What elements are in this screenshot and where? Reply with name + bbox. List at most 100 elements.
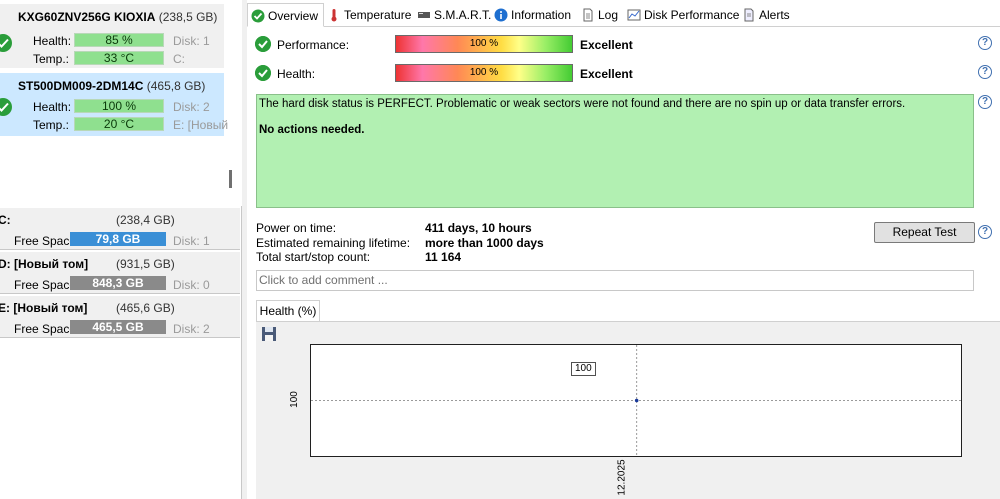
disk-capacity: (465,8 GB) <box>146 79 206 93</box>
save-icon[interactable] <box>261 326 277 342</box>
disk-volume: E: [Новый <box>173 118 229 132</box>
health-chart-panel: 100 12.2025 100 <box>256 321 1000 499</box>
disk-number: Disk: 1 <box>173 34 210 48</box>
info-icon <box>494 8 508 22</box>
tab-alerts[interactable]: Alerts <box>739 3 790 27</box>
data-label: 100 <box>571 362 596 376</box>
help-icon[interactable]: ? <box>978 36 992 50</box>
volume-letter: C: <box>0 213 11 227</box>
tab-overview[interactable]: Overview <box>247 3 325 27</box>
volume-name: C: <box>0 213 11 227</box>
volume-disk: Disk: 2 <box>173 322 210 336</box>
tab-health-chart[interactable]: Health (%) <box>256 300 320 322</box>
temp-bar: 20 °C <box>74 117 164 131</box>
tab-label: Information <box>511 8 572 22</box>
disk-item-seagate[interactable]: ST500DM009-2DM14C (465,8 GB) Health: 100… <box>0 73 228 136</box>
health-gauge: 100 % <box>395 64 573 82</box>
data-point <box>634 398 639 403</box>
x-tick-label: 12.2025 <box>616 459 628 496</box>
disk-title: ST500DM009-2DM14C (465,8 GB) <box>18 79 205 93</box>
volume-capacity: (238,4 GB) <box>116 213 175 227</box>
power-on-time-value: 411 days, 10 hours <box>425 221 532 235</box>
ok-check-icon <box>0 34 12 52</box>
power-on-time-label: Power on time: <box>256 221 337 235</box>
alerts-document-icon <box>744 8 754 22</box>
tab-smart[interactable]: S.M.A.R.T. <box>414 3 491 27</box>
health-status: Excellent <box>580 67 633 81</box>
tab-temperature[interactable]: Temperature <box>324 3 411 27</box>
disk-model: ST500DM009-2DM14C <box>18 79 144 93</box>
status-message-text: The hard disk status is PERFECT. Problem… <box>259 98 906 110</box>
volume-item-e[interactable]: E: [Новый том] (465,6 GB) Free Space 465… <box>0 296 240 338</box>
health-chart-plot <box>310 344 962 457</box>
disk-list-scrollbar[interactable] <box>229 170 232 188</box>
performance-gauge: 100 % <box>395 35 573 53</box>
volume-capacity: (931,5 GB) <box>116 257 175 271</box>
volume-capacity: (465,6 GB) <box>116 301 175 315</box>
chart-icon <box>627 9 641 21</box>
ok-check-icon <box>255 65 271 81</box>
ok-check-icon <box>0 98 12 116</box>
repeat-test-button[interactable]: Repeat Test <box>874 222 975 243</box>
thermometer-icon <box>331 9 337 22</box>
health-chart-svg <box>311 345 961 456</box>
check-circle-icon <box>251 9 265 23</box>
disk-item-kioxia[interactable]: KXG60ZNV256G KIOXIA (238,5 GB) Health: 8… <box>0 4 224 68</box>
tab-label: Temperature <box>344 8 412 22</box>
disk-model: KXG60ZNV256G KIOXIA <box>18 10 156 24</box>
free-space-bar: 79,8 GB <box>70 232 166 246</box>
free-space-label: Free Space <box>14 234 77 248</box>
volume-name: E: [Новый том] <box>0 301 87 315</box>
y-tick-label: 100 <box>288 391 300 408</box>
drive-icon <box>418 12 430 18</box>
volume-letter: E: [Новый том] <box>0 301 88 315</box>
help-icon[interactable]: ? <box>978 225 992 239</box>
status-message: The hard disk status is PERFECT. Problem… <box>256 94 974 208</box>
free-space-label: Free Space <box>14 278 77 292</box>
health-label: Health: <box>33 34 72 48</box>
disk-number: Disk: 2 <box>173 100 210 114</box>
performance-status: Excellent <box>580 38 633 52</box>
left-panel: KXG60ZNV256G KIOXIA (238,5 GB) Health: 8… <box>0 0 242 499</box>
disk-volume: C: <box>173 52 185 66</box>
free-space-bar: 465,5 GB <box>70 320 166 334</box>
health-label: Health: <box>33 100 72 114</box>
tab-label: Overview <box>268 9 319 23</box>
health-bar: 100 % <box>74 99 164 113</box>
status-recommendation: No actions needed. <box>259 124 365 136</box>
volume-disk: Disk: 0 <box>173 278 210 292</box>
temp-bar: 33 °C <box>74 51 164 65</box>
tab-label: Alerts <box>759 8 790 22</box>
document-icon <box>583 8 593 22</box>
disk-title: KXG60ZNV256G KIOXIA (238,5 GB) <box>18 10 217 24</box>
comment-input[interactable]: Click to add comment ... <box>256 270 974 291</box>
volume-disk: Disk: 1 <box>173 234 210 248</box>
tab-information[interactable]: Information <box>491 3 571 27</box>
right-panel: Overview Temperature S.M.A.R.T. Informat… <box>247 0 1000 499</box>
remaining-lifetime-value: more than 1000 days <box>425 236 544 250</box>
volume-item-c[interactable]: C: (238,4 GB) Free Space 79,8 GB Disk: 1 <box>0 208 240 250</box>
volume-name: D: [Новый том] <box>0 257 88 271</box>
disk-capacity: (238,5 GB) <box>158 10 218 24</box>
help-icon[interactable]: ? <box>978 65 992 79</box>
tab-bar: Overview Temperature S.M.A.R.T. Informat… <box>247 3 1000 27</box>
free-space-bar: 848,3 GB <box>70 276 166 290</box>
tab-label: Disk Performance <box>644 8 740 22</box>
ok-check-icon <box>255 36 271 52</box>
temp-label: Temp.: <box>33 52 70 66</box>
tab-label: S.M.A.R.T. <box>434 8 492 22</box>
tab-label: Log <box>598 8 619 22</box>
tab-disk-performance[interactable]: Disk Performance <box>624 3 739 27</box>
remaining-lifetime-label: Estimated remaining lifetime: <box>256 236 411 250</box>
volume-item-d[interactable]: D: [Новый том] (931,5 GB) Free Space 848… <box>0 252 240 294</box>
performance-label: Performance: <box>277 38 350 52</box>
temp-label: Temp.: <box>33 118 70 132</box>
help-icon[interactable]: ? <box>978 95 992 109</box>
tab-log[interactable]: Log <box>578 3 618 27</box>
free-space-label: Free Space <box>14 322 77 336</box>
start-stop-count-label: Total start/stop count: <box>256 250 371 264</box>
health-label: Health: <box>277 67 316 81</box>
disk-list[interactable]: KXG60ZNV256G KIOXIA (238,5 GB) Health: 8… <box>0 0 242 206</box>
volume-letter: D: [Новый том] <box>0 257 89 271</box>
health-bar: 85 % <box>74 33 164 47</box>
